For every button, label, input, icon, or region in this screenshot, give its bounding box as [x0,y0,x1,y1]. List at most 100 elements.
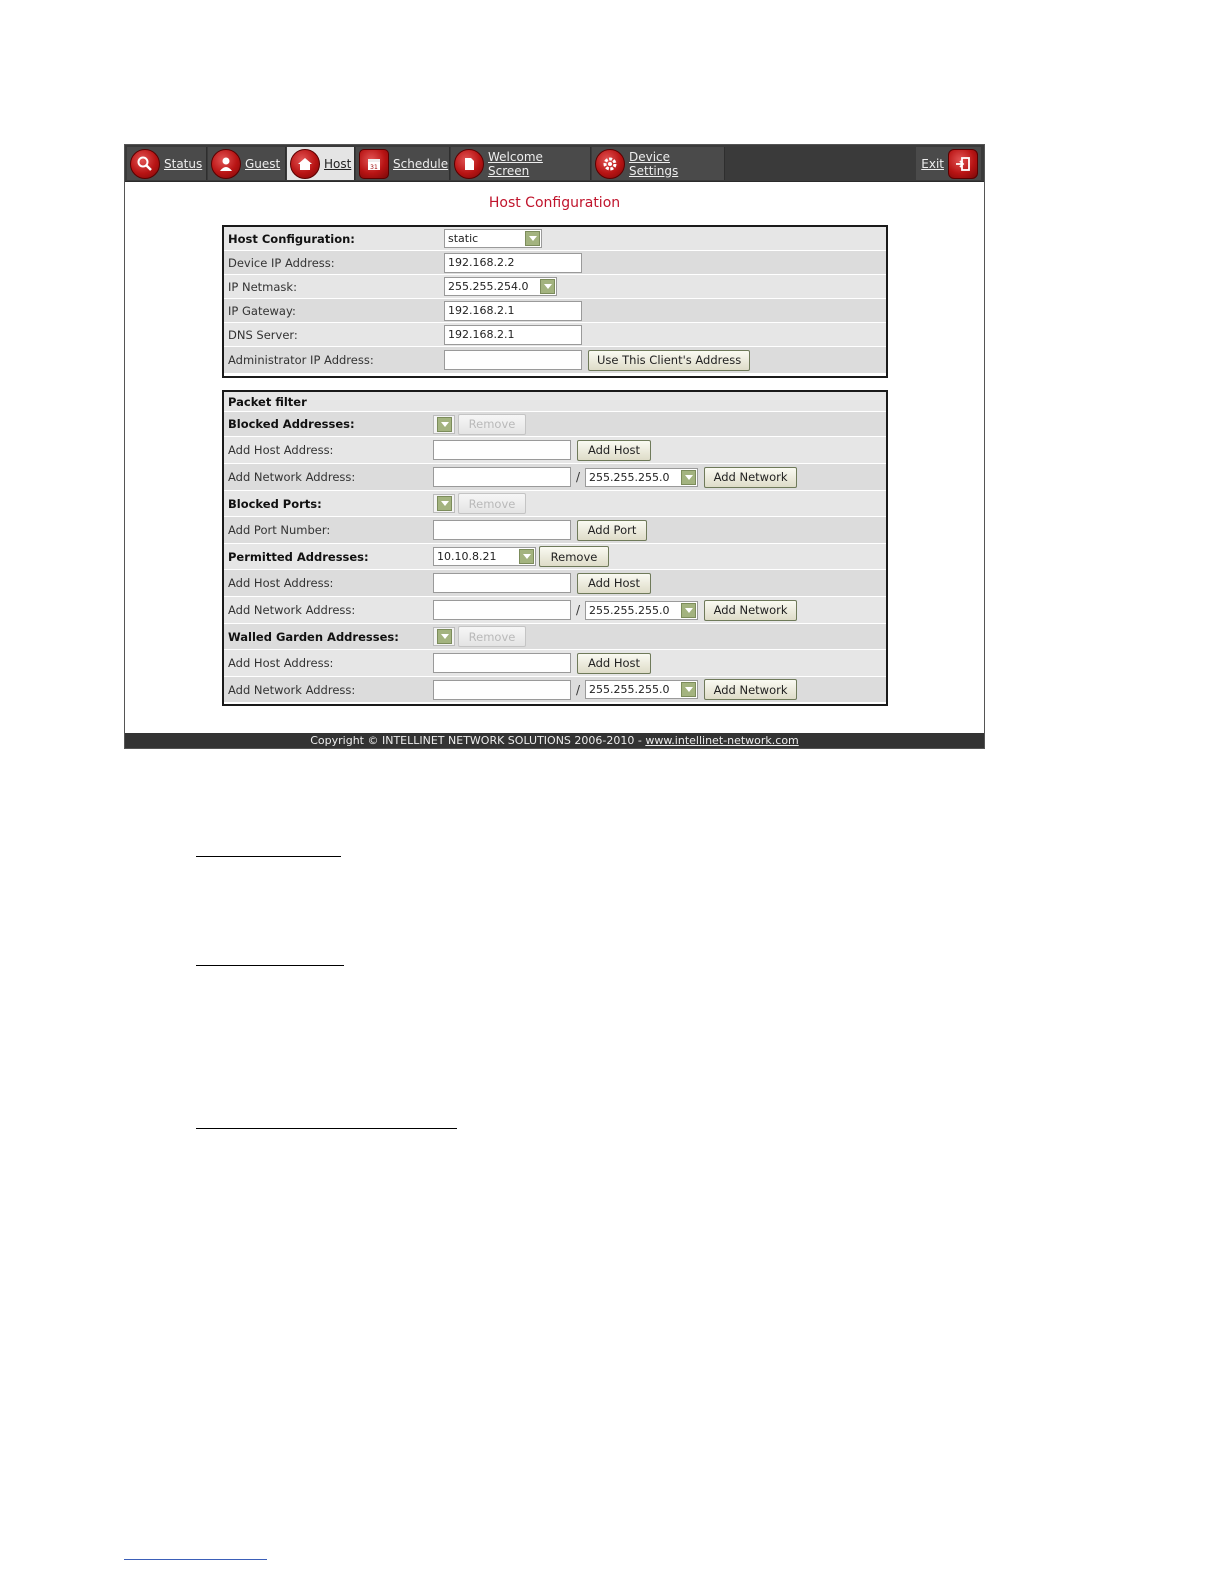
host-configuration-panel: Host Configuration: static Device IP Add… [222,225,888,378]
netmask-value: 255.255.255.0 [589,603,670,617]
walled-add-host-row: Add Host Address: Add Host [224,650,886,677]
add-port-row: Add Port Number: Add Port [224,517,886,544]
walled-garden-label: Walled Garden Addresses: [228,629,399,644]
host-config-row: Host Configuration: static [224,227,886,251]
nav-status[interactable]: Status [127,147,207,180]
ip-gateway-input[interactable] [444,300,582,321]
netmask-value: 255.255.255.0 [589,470,670,484]
slash-separator: / [576,682,581,697]
permitted-value: 10.10.8.21 [437,550,497,563]
calendar-icon: 31 [359,148,389,179]
port-number-input[interactable] [433,520,571,540]
walled-network-input[interactable] [433,679,571,700]
footnote-separator [124,1559,267,1560]
walled-garden-remove-button[interactable]: Remove [458,626,526,647]
add-port-number-label: Add Port Number: [228,523,331,537]
walled-add-network-button[interactable]: Add Network [704,679,798,700]
packet-filter-title: Packet filter [228,394,307,409]
netmask-value: 255.255.255.0 [589,683,670,696]
ip-gateway-row: IP Gateway: [224,299,886,323]
walled-add-network-row: Add Network Address: / 255.255.255.0 Add… [224,677,886,703]
chevron-down-icon [540,279,555,294]
exit-door-icon [948,148,978,179]
svg-text:31: 31 [370,164,378,171]
blocked-ports-row: Blocked Ports: Remove [224,491,886,517]
nav-host[interactable]: Host [287,147,355,180]
ip-netmask-select[interactable]: 255.255.254.0 [444,277,557,296]
blocked-ports-remove-button[interactable]: Remove [458,493,526,514]
heading-underline [196,856,341,857]
permitted-network-input[interactable] [433,600,571,620]
chevron-down-icon [681,469,697,485]
blocked-host-input[interactable] [433,440,571,460]
walled-garden-row: Walled Garden Addresses: Remove [224,624,886,650]
add-host-address-label: Add Host Address: [228,576,334,590]
nav-welcome-screen-label: Welcome Screen [488,149,543,178]
host-config-select[interactable]: static [444,229,542,248]
permitted-add-network-row: Add Network Address: / 255.255.255.0 Add… [224,597,886,624]
blocked-add-network-button[interactable]: Add Network [704,466,798,488]
nav-exit[interactable]: Exit [916,147,981,180]
blocked-add-network-row: Add Network Address: / 255.255.255.0 Add… [224,464,886,491]
slash-separator: / [576,470,581,484]
use-client-address-button[interactable]: Use This Client's Address [588,349,751,371]
blocked-netmask-select[interactable]: 255.255.255.0 [585,467,699,487]
page-title: Host Configuration [488,195,621,211]
permitted-add-host-row: Add Host Address: Add Host [224,570,886,597]
host-configuration-window: Status Guest Host 31 Schedule Welcome Sc… [124,144,985,749]
nav-schedule[interactable]: 31 Schedule [356,147,450,180]
dns-server-row: DNS Server: [224,323,886,347]
blocked-ports-select[interactable] [433,494,455,513]
nav-guest[interactable]: Guest [208,147,286,180]
nav-schedule-label: Schedule [393,156,449,171]
host-config-label: Host Configuration: [228,231,355,246]
document-icon [454,148,484,179]
ip-netmask-label: IP Netmask: [228,279,297,294]
device-ip-input[interactable] [444,252,582,273]
permitted-host-input[interactable] [433,573,571,593]
walled-garden-select[interactable] [433,627,455,646]
footer-copyright: Copyright © INTELLINET NETWORK SOLUTIONS… [310,734,646,747]
permitted-netmask-select[interactable]: 255.255.255.0 [585,600,699,620]
permitted-addresses-label: Permitted Addresses: [228,549,369,564]
packet-filter-panel: Packet filter Blocked Addresses: Remove … [222,390,888,706]
house-icon [290,148,320,179]
chevron-down-icon [681,682,697,697]
add-network-address-label: Add Network Address: [228,682,356,697]
guest-icon [211,148,241,179]
chevron-down-icon [519,549,534,564]
chevron-down-icon [681,602,697,618]
blocked-addresses-select[interactable] [433,414,455,434]
admin-ip-input[interactable] [444,350,582,370]
slash-separator: / [576,603,581,617]
device-ip-row: Device IP Address: [224,251,886,275]
footer-link[interactable]: www.intellinet-network.com [645,734,798,747]
permitted-add-network-button[interactable]: Add Network [704,599,798,621]
walled-host-input[interactable] [433,653,571,673]
nav-device-settings[interactable]: Device Settings [592,147,725,180]
dns-server-input[interactable] [444,324,582,345]
blocked-addresses-row: Blocked Addresses: Remove [224,412,886,437]
add-host-address-label: Add Host Address: [228,443,334,457]
permitted-remove-button[interactable]: Remove [539,546,609,567]
blocked-addresses-label: Blocked Addresses: [228,417,355,431]
ip-gateway-label: IP Gateway: [228,303,296,318]
blocked-add-host-row: Add Host Address: Add Host [224,437,886,464]
chevron-down-icon [525,231,540,246]
add-port-button[interactable]: Add Port [577,519,647,541]
blocked-add-host-button[interactable]: Add Host [577,439,651,461]
blocked-network-input[interactable] [433,467,571,487]
nav-welcome-screen[interactable]: Welcome Screen [451,147,591,180]
permitted-addresses-row: Permitted Addresses: 10.10.8.21 Remove [224,544,886,570]
magnifier-icon [130,148,160,179]
ip-netmask-row: IP Netmask: 255.255.254.0 [224,275,886,299]
walled-netmask-select[interactable]: 255.255.255.0 [585,680,699,699]
walled-add-host-button[interactable]: Add Host [577,652,651,674]
heading-underline [196,1128,457,1129]
nav-device-settings-label: Device Settings [629,149,679,178]
chevron-down-icon [437,496,452,511]
permitted-addresses-select[interactable]: 10.10.8.21 [433,547,536,566]
gear-icon [595,148,625,179]
blocked-addresses-remove-button[interactable]: Remove [458,413,526,435]
permitted-add-host-button[interactable]: Add Host [577,572,651,594]
